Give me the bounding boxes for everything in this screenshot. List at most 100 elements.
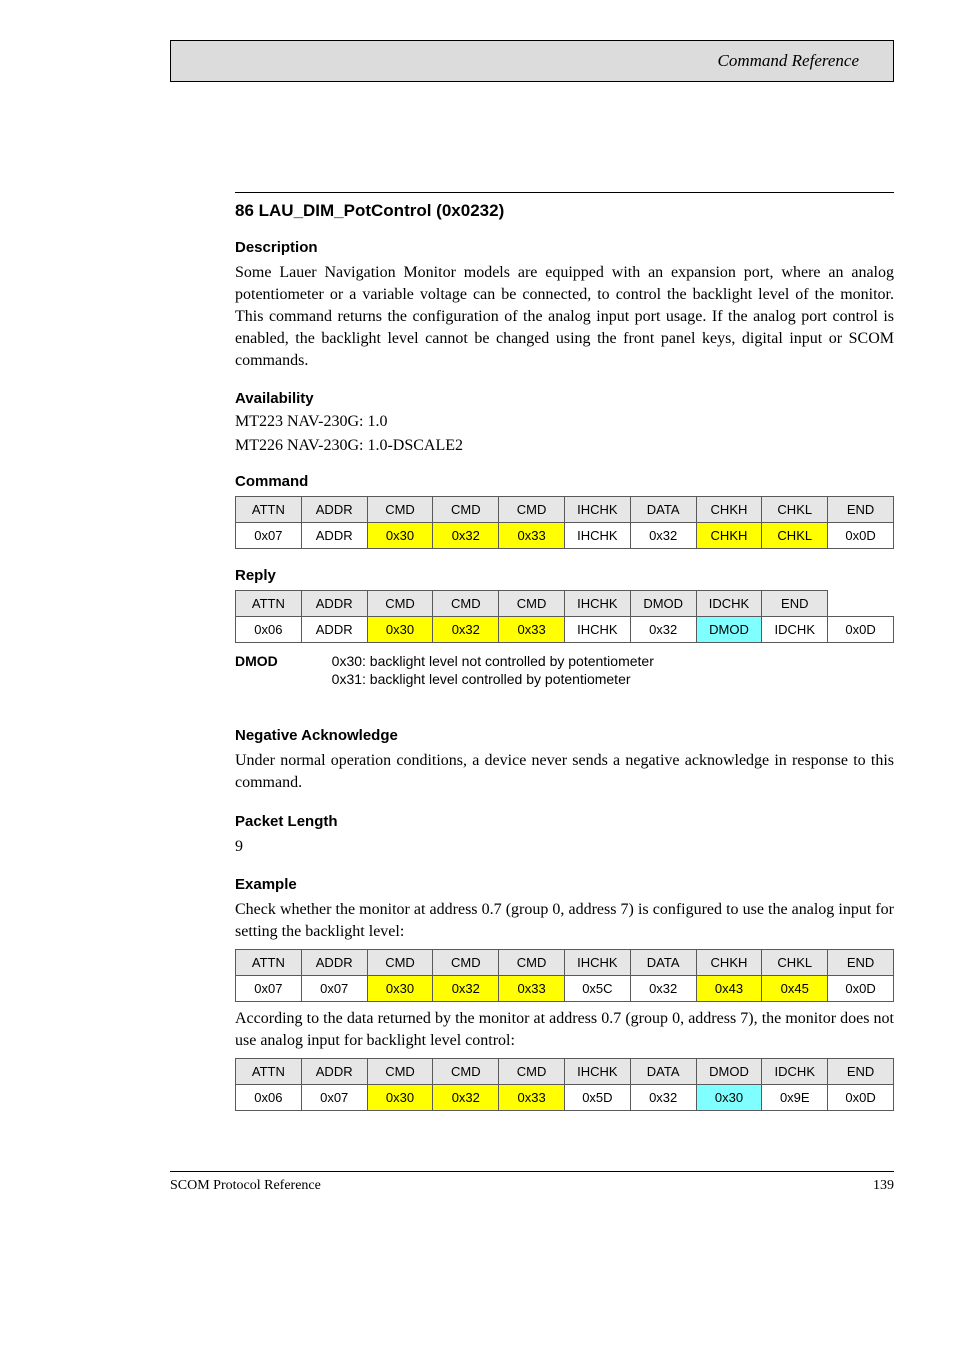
description-text: Some Lauer Navigation Monitor models are… (235, 262, 894, 372)
th: IHCHK (564, 497, 630, 523)
td: ADDR (301, 523, 367, 549)
table-header-row: ATTN ADDR CMD CMD CMD IHCHK DATA DMOD ID… (236, 1058, 894, 1084)
td: 0x30 (367, 617, 433, 643)
td: 0x32 (433, 1084, 499, 1110)
label-description: Description (235, 239, 894, 256)
td: 0x0D (828, 1084, 894, 1110)
td: 0x32 (630, 617, 696, 643)
td: 0x07 (236, 523, 302, 549)
th: ATTN (236, 497, 302, 523)
page-header: Command Reference (170, 40, 894, 82)
td: 0x32 (433, 617, 499, 643)
td: 0x33 (499, 617, 565, 643)
th: CMD (499, 591, 565, 617)
td: 0x33 (499, 523, 565, 549)
label-command: Command (235, 473, 894, 490)
th: CMD (367, 497, 433, 523)
table-row: 0x06 ADDR 0x30 0x32 0x33 IHCHK 0x32 DMOD… (236, 617, 894, 643)
td: 0x43 (696, 975, 762, 1001)
field-row: DMOD 0x31: backlight level controlled by… (235, 671, 894, 687)
th: CMD (367, 591, 433, 617)
th: CMD (433, 591, 499, 617)
command-table: ATTN ADDR CMD CMD CMD IHCHK DATA CHKH CH… (235, 496, 894, 549)
td: 0x9E (762, 1084, 828, 1110)
field-value-2: 0x31: backlight level controlled by pote… (332, 671, 631, 687)
th: ATTN (236, 949, 302, 975)
footer-divider (170, 1171, 894, 1172)
th: ADDR (301, 1058, 367, 1084)
table-row: 0x07 ADDR 0x30 0x32 0x33 IHCHK 0x32 CHKH… (236, 523, 894, 549)
th: IHCHK (564, 949, 630, 975)
th: CMD (433, 1058, 499, 1084)
td: 0x30 (696, 1084, 762, 1110)
firmware-line-1: MT223 NAV-230G: 1.0 (235, 413, 894, 431)
th: END (828, 1058, 894, 1084)
field-value-1: 0x30: backlight level not controlled by … (332, 653, 654, 669)
label-nak: Negative Acknowledge (235, 727, 894, 744)
section-divider (235, 192, 894, 193)
th: CMD (499, 1058, 565, 1084)
packet-length-value: 9 (235, 836, 894, 858)
td: 0x07 (236, 975, 302, 1001)
th: ADDR (301, 591, 367, 617)
td: 0x06 (236, 617, 302, 643)
th: DMOD (630, 591, 696, 617)
th: CMD (367, 1058, 433, 1084)
label-example: Example (235, 876, 894, 893)
th: ATTN (236, 591, 302, 617)
td: 0x5D (564, 1084, 630, 1110)
td: DMOD (696, 617, 762, 643)
th: CMD (367, 949, 433, 975)
page-footer: SCOM Protocol Reference 139 (170, 1178, 894, 1194)
td: 0x07 (301, 1084, 367, 1110)
th: DMOD (696, 1058, 762, 1084)
th: ATTN (236, 1058, 302, 1084)
th: CHKH (696, 949, 762, 975)
th: IDCHK (696, 591, 762, 617)
th: IHCHK (564, 1058, 630, 1084)
td: 0x0D (828, 975, 894, 1001)
th: IHCHK (564, 591, 630, 617)
th: ADDR (301, 949, 367, 975)
example-reply-table: ATTN ADDR CMD CMD CMD IHCHK DATA DMOD ID… (235, 1058, 894, 1111)
td: 0x45 (762, 975, 828, 1001)
footer-page-number: 139 (873, 1178, 894, 1194)
th: DATA (630, 949, 696, 975)
footer-left: SCOM Protocol Reference (170, 1178, 321, 1194)
table-header-row: ATTN ADDR CMD CMD CMD IHCHK DATA CHKH CH… (236, 497, 894, 523)
td: 0x30 (367, 523, 433, 549)
table-header-row: ATTN ADDR CMD CMD CMD IHCHK DMOD IDCHK E… (236, 591, 894, 617)
example-command-table: ATTN ADDR CMD CMD CMD IHCHK DATA CHKH CH… (235, 949, 894, 1002)
label-reply: Reply (235, 567, 894, 584)
field-name: DMOD (235, 653, 278, 669)
td: 0x06 (236, 1084, 302, 1110)
th: END (828, 949, 894, 975)
td: 0x5C (564, 975, 630, 1001)
th: DATA (630, 1058, 696, 1084)
th: END (828, 497, 894, 523)
field-row: DMOD 0x30: backlight level not controlle… (235, 653, 894, 669)
th: CHKL (762, 949, 828, 975)
td: CHKL (762, 523, 828, 549)
td: ADDR (301, 617, 367, 643)
th: ADDR (301, 497, 367, 523)
table-row: 0x06 0x07 0x30 0x32 0x33 0x5D 0x32 0x30 … (236, 1084, 894, 1110)
content-area: 86 LAU_DIM_PotControl (0x0232) Descripti… (235, 192, 894, 1111)
reply-table: ATTN ADDR CMD CMD CMD IHCHK DMOD IDCHK E… (235, 590, 894, 643)
th: CMD (499, 497, 565, 523)
td: IDCHK (762, 617, 828, 643)
td: 0x07 (301, 975, 367, 1001)
th: END (762, 591, 828, 617)
td: 0x30 (367, 975, 433, 1001)
th: CMD (433, 949, 499, 975)
th: CMD (433, 497, 499, 523)
th: DATA (630, 497, 696, 523)
td: IHCHK (564, 617, 630, 643)
nak-text: Under normal operation conditions, a dev… (235, 750, 894, 794)
td: 0x32 (630, 523, 696, 549)
firmware-line-2: MT226 NAV-230G: 1.0-DSCALE2 (235, 437, 894, 455)
td: 0x0D (828, 617, 894, 643)
td: CHKH (696, 523, 762, 549)
td: 0x0D (828, 523, 894, 549)
td: 0x32 (630, 1084, 696, 1110)
